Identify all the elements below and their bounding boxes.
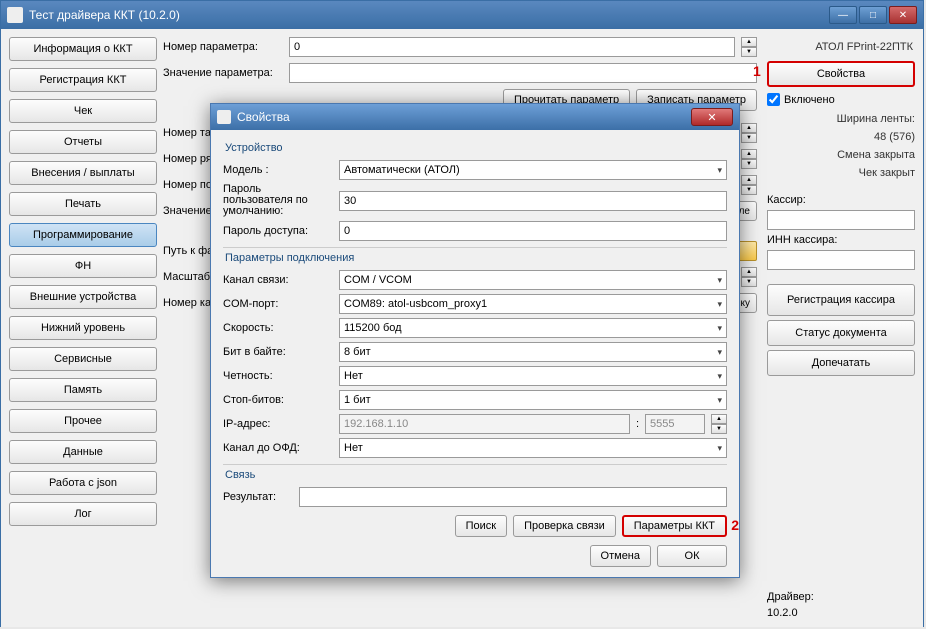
properties-dialog: Свойства ✕ Устройство Модель : Автоматич… [210, 103, 740, 578]
stop-select[interactable]: 1 бит [339, 390, 727, 410]
tape-width-value: 48 (576) [767, 130, 915, 144]
parity-select[interactable]: Нет [339, 366, 727, 386]
right-panel: АТОЛ FPrint-22ПТК 1 Свойства Включено Ши… [767, 37, 915, 619]
cashier-input[interactable] [767, 210, 915, 230]
sidebar-item-json[interactable]: Работа с json [9, 471, 157, 495]
cancel-button[interactable]: Отмена [590, 545, 651, 567]
dialog-close-button[interactable]: ✕ [691, 108, 733, 126]
close-button[interactable]: ✕ [889, 6, 917, 24]
driver-version: 10.2.0 [767, 607, 915, 619]
dialog-title: Свойства [237, 110, 691, 124]
dialog-app-icon [217, 110, 231, 124]
stop-label: Стоп-битов: [223, 394, 333, 406]
scale-spinner[interactable]: ▲▼ [741, 267, 757, 287]
annotation-2: 2 [731, 517, 739, 533]
result-label: Результат: [223, 491, 293, 503]
table-number-spinner[interactable]: ▲▼ [741, 123, 757, 143]
main-titlebar: Тест драйвера ККТ (10.2.0) — □ ✕ [1, 1, 923, 29]
parity-label: Четность: [223, 370, 333, 382]
ofd-label: Канал до ОФД: [223, 442, 333, 454]
group-conn-label: Параметры подключения [223, 247, 727, 270]
param-number-input[interactable]: 0 [289, 37, 735, 57]
sidebar-item-check[interactable]: Чек [9, 99, 157, 123]
device-name-label: АТОЛ FPrint-22ПТК [767, 37, 915, 57]
bits-select[interactable]: 8 бит [339, 342, 727, 362]
ip-input: 192.168.1.10 [339, 414, 630, 434]
user-pwd-label: Пароль пользователя по умолчанию: [223, 184, 333, 217]
sidebar: Информация о ККТ Регистрация ККТ Чек Отч… [9, 37, 157, 619]
param-value-input[interactable] [289, 63, 757, 83]
kkt-params-button[interactable]: Параметры ККТ [622, 515, 727, 537]
app-icon [7, 7, 23, 23]
sidebar-item-fn[interactable]: ФН [9, 254, 157, 278]
cashier-label: Кассир: [767, 194, 915, 206]
sidebar-item-memory[interactable]: Память [9, 378, 157, 402]
param-number-label: Номер параметра: [163, 41, 283, 53]
port-spinner: ▲▼ [711, 414, 727, 434]
port-input: 5555 [645, 414, 705, 434]
sidebar-item-registration[interactable]: Регистрация ККТ [9, 68, 157, 92]
dialog-titlebar: Свойства ✕ [211, 104, 739, 130]
port-separator: : [636, 418, 639, 430]
sidebar-item-service[interactable]: Сервисные [9, 347, 157, 371]
reprint-button[interactable]: Допечатать [767, 350, 915, 376]
channel-select[interactable]: COM / VCOM [339, 270, 727, 290]
inn-input[interactable] [767, 250, 915, 270]
sidebar-item-payments[interactable]: Внесения / выплаты [9, 161, 157, 185]
row-number-spinner[interactable]: ▲▼ [741, 149, 757, 169]
sidebar-item-external[interactable]: Внешние устройства [9, 285, 157, 309]
register-cashier-button[interactable]: Регистрация кассира [767, 284, 915, 316]
speed-label: Скорость: [223, 322, 333, 334]
ok-button[interactable]: ОК [657, 545, 727, 567]
model-label: Модель : [223, 164, 333, 176]
group-link-label: Связь [223, 464, 727, 487]
tape-width-label: Ширина ленты: [767, 112, 915, 126]
maximize-button[interactable]: □ [859, 6, 887, 24]
driver-label: Драйвер: [767, 591, 915, 603]
channel-label: Канал связи: [223, 274, 333, 286]
field-number-spinner[interactable]: ▲▼ [741, 175, 757, 195]
inn-label: ИНН кассира: [767, 234, 915, 246]
search-button[interactable]: Поиск [455, 515, 507, 537]
enabled-checkbox[interactable] [767, 93, 780, 106]
sidebar-item-data[interactable]: Данные [9, 440, 157, 464]
properties-button[interactable]: Свойства [767, 61, 915, 87]
doc-status-button[interactable]: Статус документа [767, 320, 915, 346]
annotation-1: 1 [753, 63, 761, 79]
check-connection-button[interactable]: Проверка связи [513, 515, 616, 537]
sidebar-item-lowlevel[interactable]: Нижний уровень [9, 316, 157, 340]
sidebar-item-other[interactable]: Прочее [9, 409, 157, 433]
com-select[interactable]: COM89: atol-usbcom_proxy1 [339, 294, 727, 314]
sidebar-item-reports[interactable]: Отчеты [9, 130, 157, 154]
model-select[interactable]: Автоматически (АТОЛ) [339, 160, 727, 180]
ofd-select[interactable]: Нет [339, 438, 727, 458]
ip-label: IP-адрес: [223, 418, 333, 430]
param-number-spinner[interactable]: ▲▼ [741, 37, 757, 57]
sidebar-item-programming[interactable]: Программирование [9, 223, 157, 247]
user-pwd-input[interactable]: 30 [339, 191, 727, 211]
bits-label: Бит в байте: [223, 346, 333, 358]
minimize-button[interactable]: — [829, 6, 857, 24]
sidebar-item-info[interactable]: Информация о ККТ [9, 37, 157, 61]
group-device-label: Устройство [223, 138, 727, 160]
window-title: Тест драйвера ККТ (10.2.0) [29, 8, 829, 22]
sidebar-item-log[interactable]: Лог [9, 502, 157, 526]
speed-select[interactable]: 115200 бод [339, 318, 727, 338]
check-closed-label: Чек закрыт [767, 166, 915, 180]
sidebar-item-print[interactable]: Печать [9, 192, 157, 216]
shift-closed-label: Смена закрыта [767, 148, 915, 162]
enabled-label: Включено [784, 94, 835, 106]
com-label: COM-порт: [223, 298, 333, 310]
param-value-label: Значение параметра: [163, 67, 283, 79]
access-pwd-label: Пароль доступа: [223, 225, 333, 237]
result-input[interactable] [299, 487, 727, 507]
access-pwd-input[interactable]: 0 [339, 221, 727, 241]
